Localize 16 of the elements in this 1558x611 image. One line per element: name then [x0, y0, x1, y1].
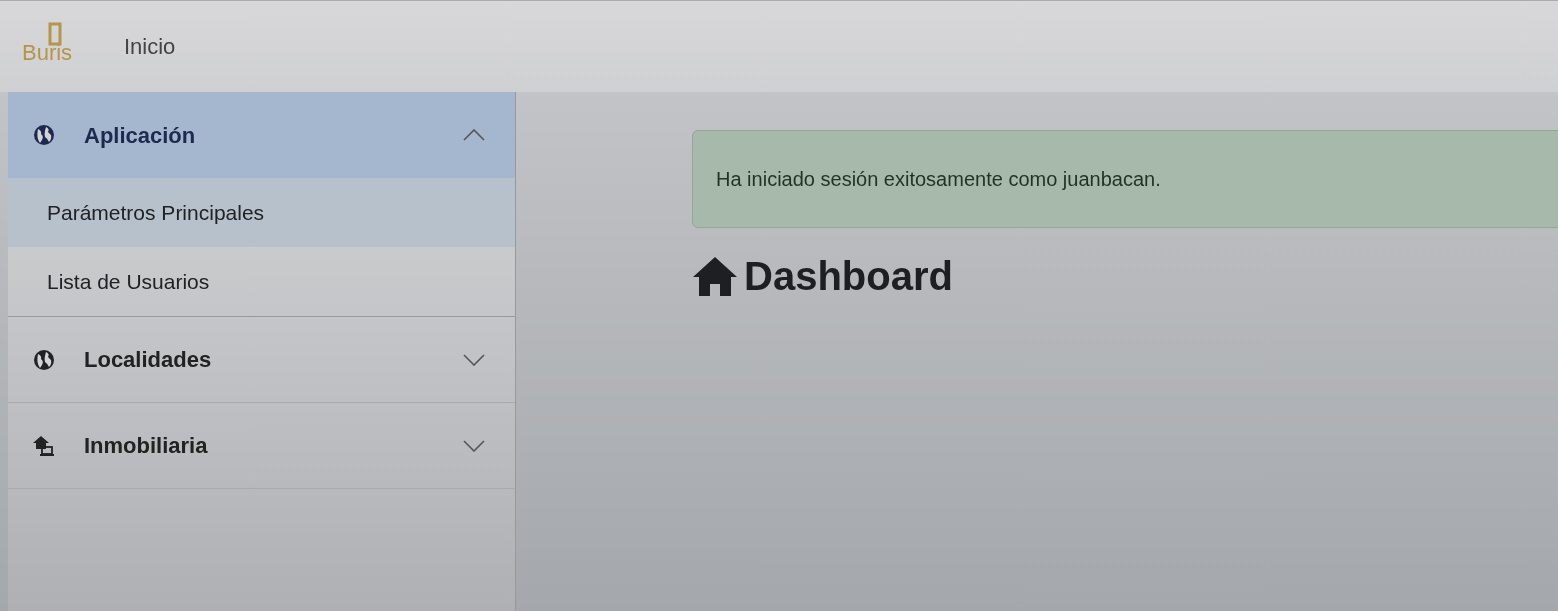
- success-alert: Ha iniciado sesión exitosamente como juanbacan.: [692, 130, 1558, 228]
- home-link[interactable]: Inicio: [124, 30, 176, 63]
- accordion-header[interactable]: Localidades: [8, 317, 515, 403]
- chevron-icon: [463, 353, 485, 366]
- globe-icon: [32, 123, 56, 147]
- submenu-item[interactable]: Parámetros Principales: [8, 178, 515, 247]
- page-heading: Dashboard: [744, 253, 953, 300]
- logo: Buris: [20, 21, 90, 72]
- accordion-header[interactable]: Inmobiliaria: [8, 403, 515, 489]
- house-laptop-icon: [32, 433, 56, 458]
- chevron-icon: [463, 129, 485, 141]
- home-icon: [692, 255, 738, 297]
- submenu-item[interactable]: Lista de Usuarios: [8, 247, 515, 316]
- chevron-icon: [463, 439, 485, 452]
- globe-icon: [32, 347, 56, 372]
- accordion-header[interactable]: Aplicación: [8, 92, 515, 178]
